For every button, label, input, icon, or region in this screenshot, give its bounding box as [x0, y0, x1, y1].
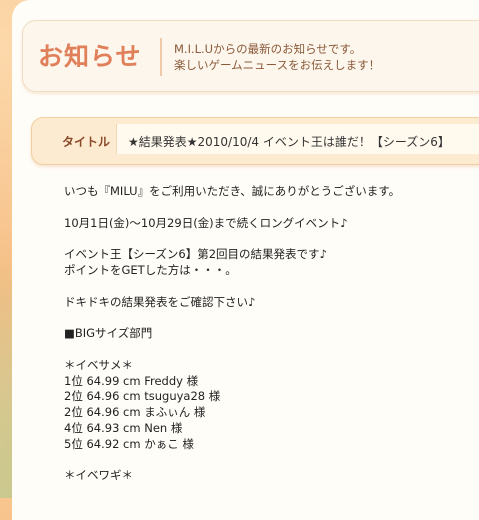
body-line: いつも『MILU』をご利用いただき、誠にありがとうございます。 [64, 184, 401, 198]
notice-title-label: タイトル [62, 135, 111, 149]
body-line: ＊イベワギ＊ [64, 468, 133, 483]
body-line: 5位 64.92 cm かぁこ 様 [64, 436, 194, 451]
notice-body: いつも『MILU』をご利用いただき、誠にありがとうございます。 10月1日(金)～… [64, 184, 464, 484]
page-title: お知らせ [38, 42, 142, 71]
body-line: ドキドキの結果発表をご確認下さい♪ [64, 294, 256, 309]
header-description: M.I.L.Uからの最新のお知らせです。 楽しいゲームニュースをお伝えします！ [174, 41, 380, 73]
body-line: ポイントをGETした方は・・・。 [64, 262, 237, 277]
body-line: ■BIGサイズ部門 [64, 326, 153, 341]
body-line: 1位 64.99 cm Freddy 様 [64, 373, 199, 388]
notice-title: ★結果発表★2010/10/4 イベント王は誰だ！【シーズン6】 [128, 135, 450, 149]
body-line: 2位 64.96 cm tsuguya28 様 [64, 389, 221, 404]
body-line: イベント王【シーズン6】第2回目の結果発表です♪ [64, 247, 327, 262]
header-description-line: 楽しいゲームニュースをお伝えします！ [174, 58, 381, 72]
body-line: 10月1日(金)～10月29日(金)まで続くロングイベント♪ [64, 215, 348, 230]
body-line: ＊イベサメ＊ [64, 357, 133, 372]
header-description-line: M.I.L.Uからの最新のお知らせです。 [174, 42, 362, 56]
body-line: 2位 64.96 cm まふぃん 様 [64, 405, 206, 420]
header-divider [160, 38, 162, 76]
body-line: 4位 64.93 cm Nen 様 [64, 420, 183, 435]
